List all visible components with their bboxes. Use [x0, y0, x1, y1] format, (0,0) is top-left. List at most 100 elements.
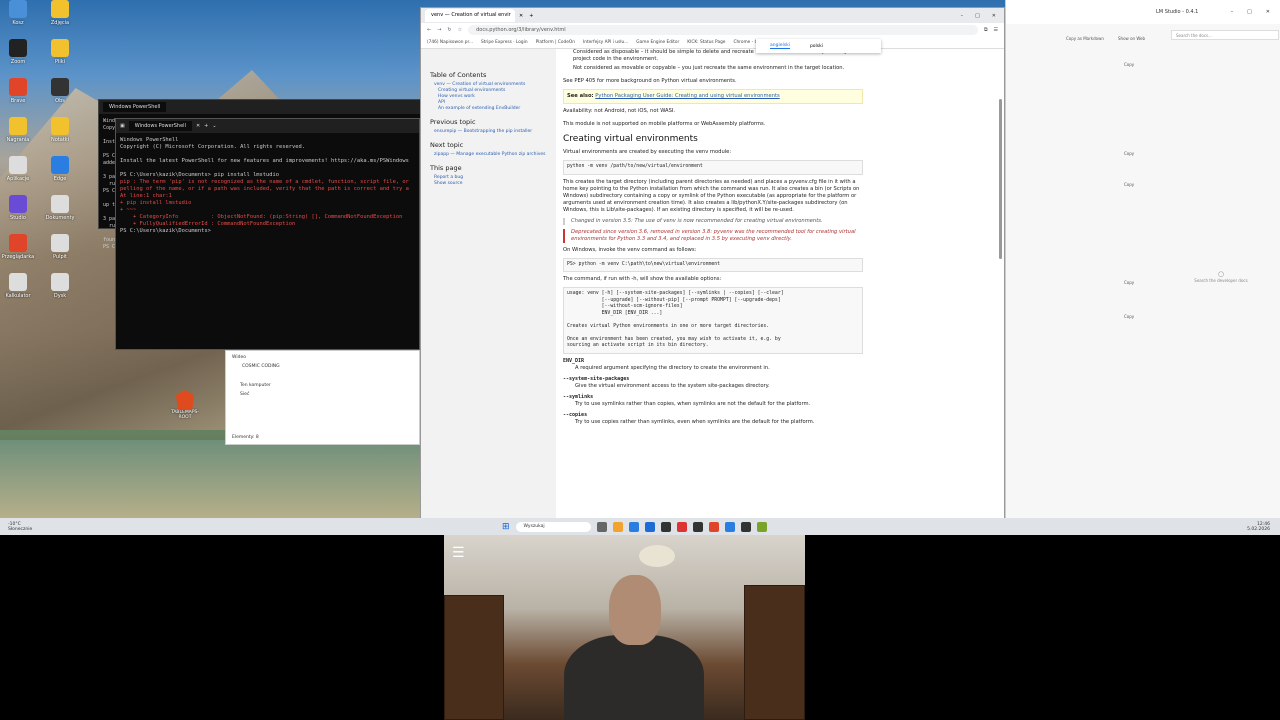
copy-button[interactable]: Copy — [1124, 314, 1144, 322]
bookmark-star-icon[interactable]: ☆ — [458, 27, 462, 33]
weather-widget[interactable]: -10°C Słonecznie — [8, 522, 32, 532]
search-docs-input[interactable]: Search the docs... — [1171, 30, 1279, 40]
copy-button[interactable]: Copy — [1124, 280, 1144, 288]
code-block: PS> python -m venv C:\path\to\new\virtua… — [563, 257, 863, 272]
show-web-button[interactable]: Show on Web — [1118, 36, 1145, 41]
menu-icon[interactable]: ☰ — [994, 27, 998, 33]
close-tab-icon[interactable]: ✕ — [196, 123, 200, 129]
clock[interactable]: 12:46 5.02.2026 — [1247, 522, 1270, 532]
translate-popup[interactable]: angielski polski — [756, 39, 881, 53]
copy-button[interactable]: Copy — [1124, 182, 1144, 190]
taskbar-app-icon[interactable] — [644, 521, 655, 532]
lang-option[interactable]: polski — [810, 44, 823, 49]
bookmark-item[interactable]: Interfejsy API i usłu... — [583, 40, 628, 45]
terminal-tab[interactable]: Windows PowerShell — [103, 102, 167, 112]
app-icon — [51, 78, 69, 96]
bookmark-item[interactable]: Stripe Express · Login — [481, 40, 528, 45]
toc-link[interactable]: An example of extending EnvBuilder — [438, 106, 547, 112]
bookmark-item[interactable]: KICK: Status Page — [687, 40, 725, 45]
terminal-error-line: pip : The term 'pip' is not recognized a… — [120, 179, 409, 185]
desktop-icon[interactable]: Studio — [0, 195, 36, 221]
taskbar-app-icon[interactable] — [628, 521, 639, 532]
taskbar-search[interactable]: Wyszukaj — [515, 521, 591, 532]
minimize-icon[interactable]: – — [1231, 9, 1234, 15]
back-icon[interactable]: ← — [427, 27, 431, 33]
hamburger-menu-icon[interactable]: ☰ — [452, 545, 465, 561]
desktop-icon[interactable]: Notatki — [42, 117, 78, 143]
address-bar[interactable]: docs.python.org/3/library/venv.html — [468, 25, 978, 35]
prev-topic-link[interactable]: ensurepip — Bootstrapping the pip instal… — [434, 129, 547, 135]
maximize-icon[interactable]: □ — [975, 13, 980, 19]
desktop-icon[interactable]: Pulpit — [42, 234, 78, 260]
bookmark-item[interactable]: Platform | CodeOn — [536, 40, 575, 45]
taskbar-app-icon[interactable] — [708, 521, 719, 532]
desktop-icon-label: Zoom — [10, 59, 26, 65]
bookmark-item[interactable]: Game Engine Editor — [636, 40, 679, 45]
bookmark-item[interactable]: (746) Napisowon pr... — [427, 40, 473, 45]
taskbar-app-icon[interactable] — [676, 521, 687, 532]
desktop-icon[interactable]: Brave — [0, 78, 36, 104]
taskbar-app-icon[interactable] — [660, 521, 671, 532]
chevron-down-icon[interactable]: ⌄ — [212, 123, 216, 129]
terminal-window[interactable]: ▣ Windows PowerShell ✕ + ⌄ Windows Power… — [115, 118, 420, 350]
lang-option[interactable]: angielski — [770, 43, 790, 49]
file-explorer-window[interactable]: Wideo COSMIC CODING Ten komputer Sieć El… — [225, 350, 420, 445]
desktop-icon[interactable]: Edge — [42, 156, 78, 182]
browser-tab[interactable]: venv — Creation of virtual envir — [425, 9, 515, 22]
show-source-link[interactable]: Show source — [434, 181, 547, 187]
new-tab-icon[interactable]: + — [529, 13, 533, 19]
desktop-shortcut[interactable]: TABLEMAPS-ROOT — [168, 390, 202, 420]
desktop-icon[interactable]: Dokumenty — [42, 195, 78, 221]
desktop-icon[interactable]: Zdjęcia — [42, 0, 78, 26]
option-name: --system-site-packages — [563, 375, 630, 382]
terminal-prompt[interactable]: PS C:\Users\kazik\Documents> — [120, 228, 415, 235]
minimize-icon[interactable]: – — [961, 13, 964, 19]
taskbar-app-icon[interactable] — [596, 521, 607, 532]
created-by: Virtual environments are created by exec… — [563, 149, 732, 155]
close-tab-icon[interactable]: ✕ — [519, 13, 523, 19]
explorer-item[interactable]: Ten komputer — [234, 381, 419, 390]
forward-icon[interactable]: → — [437, 27, 441, 33]
desktop-icon[interactable]: Nagrania — [0, 117, 36, 143]
terminal-output[interactable]: Windows PowerShell Copyright (C) Microsof… — [116, 133, 419, 239]
taskbar-app-icon[interactable] — [612, 521, 623, 532]
terminal-tab[interactable]: Windows PowerShell — [128, 121, 192, 131]
explorer-item[interactable]: Wideo — [226, 353, 419, 362]
extensions-icon[interactable]: ⧉ — [984, 27, 988, 33]
close-icon[interactable]: ✕ — [1266, 9, 1270, 15]
explorer-item[interactable]: COSMIC CODING — [236, 362, 419, 371]
browser-window[interactable]: venv — Creation of virtual envir ✕ + – □… — [420, 7, 1005, 519]
taskbar-app-icon[interactable] — [724, 521, 735, 532]
windows-invoke: On Windows, invoke the venv command as f… — [563, 246, 697, 253]
scrollbar[interactable] — [999, 99, 1002, 259]
brave-icon — [176, 390, 194, 410]
start-icon[interactable]: ⊞ — [502, 522, 510, 532]
desktop-icon[interactable]: Pliki — [42, 39, 78, 65]
copy-button[interactable]: Copy — [1124, 62, 1144, 70]
new-tab-icon[interactable]: + — [204, 123, 208, 129]
copy-button[interactable]: Copy — [1124, 151, 1144, 159]
close-icon[interactable]: ✕ — [992, 13, 996, 19]
desktop-icon[interactable]: Kosz — [0, 0, 36, 26]
taskbar-app-icon[interactable] — [740, 521, 751, 532]
ceiling-lamp — [639, 545, 675, 567]
lm-studio-window[interactable]: LM Studio - 0.4.1 – □ ✕ Copy as Markdown… — [1005, 0, 1280, 518]
desktop-icon[interactable]: Aplikacje — [0, 156, 36, 182]
desktop-icon[interactable]: Obs — [42, 78, 78, 104]
paragraph: This creates the target directory (inclu… — [563, 178, 860, 213]
desktop-icon[interactable]: Kalkulator — [0, 273, 36, 299]
taskbar-app-icon[interactable] — [756, 521, 767, 532]
desktop-icon[interactable]: Dysk — [42, 273, 78, 299]
taskbar-app-icon[interactable] — [692, 521, 703, 532]
maximize-icon[interactable]: □ — [1247, 9, 1252, 15]
reload-icon[interactable]: ↻ — [447, 27, 451, 33]
next-topic-link[interactable]: zipapp — Manage executable Python zip ar… — [434, 152, 547, 158]
desktop-icon-label: Kosz — [12, 20, 24, 26]
see-also-link[interactable]: Python Packaging User Guide: Creating an… — [595, 93, 779, 99]
explorer-item[interactable]: Sieć — [234, 390, 419, 399]
toc-title: Table of Contents — [430, 71, 487, 79]
desktop-icon[interactable]: Przeglądarka — [0, 234, 36, 260]
copy-markdown-button[interactable]: Copy as Markdown — [1066, 36, 1104, 41]
desktop-icon[interactable]: Zoom — [0, 39, 36, 65]
